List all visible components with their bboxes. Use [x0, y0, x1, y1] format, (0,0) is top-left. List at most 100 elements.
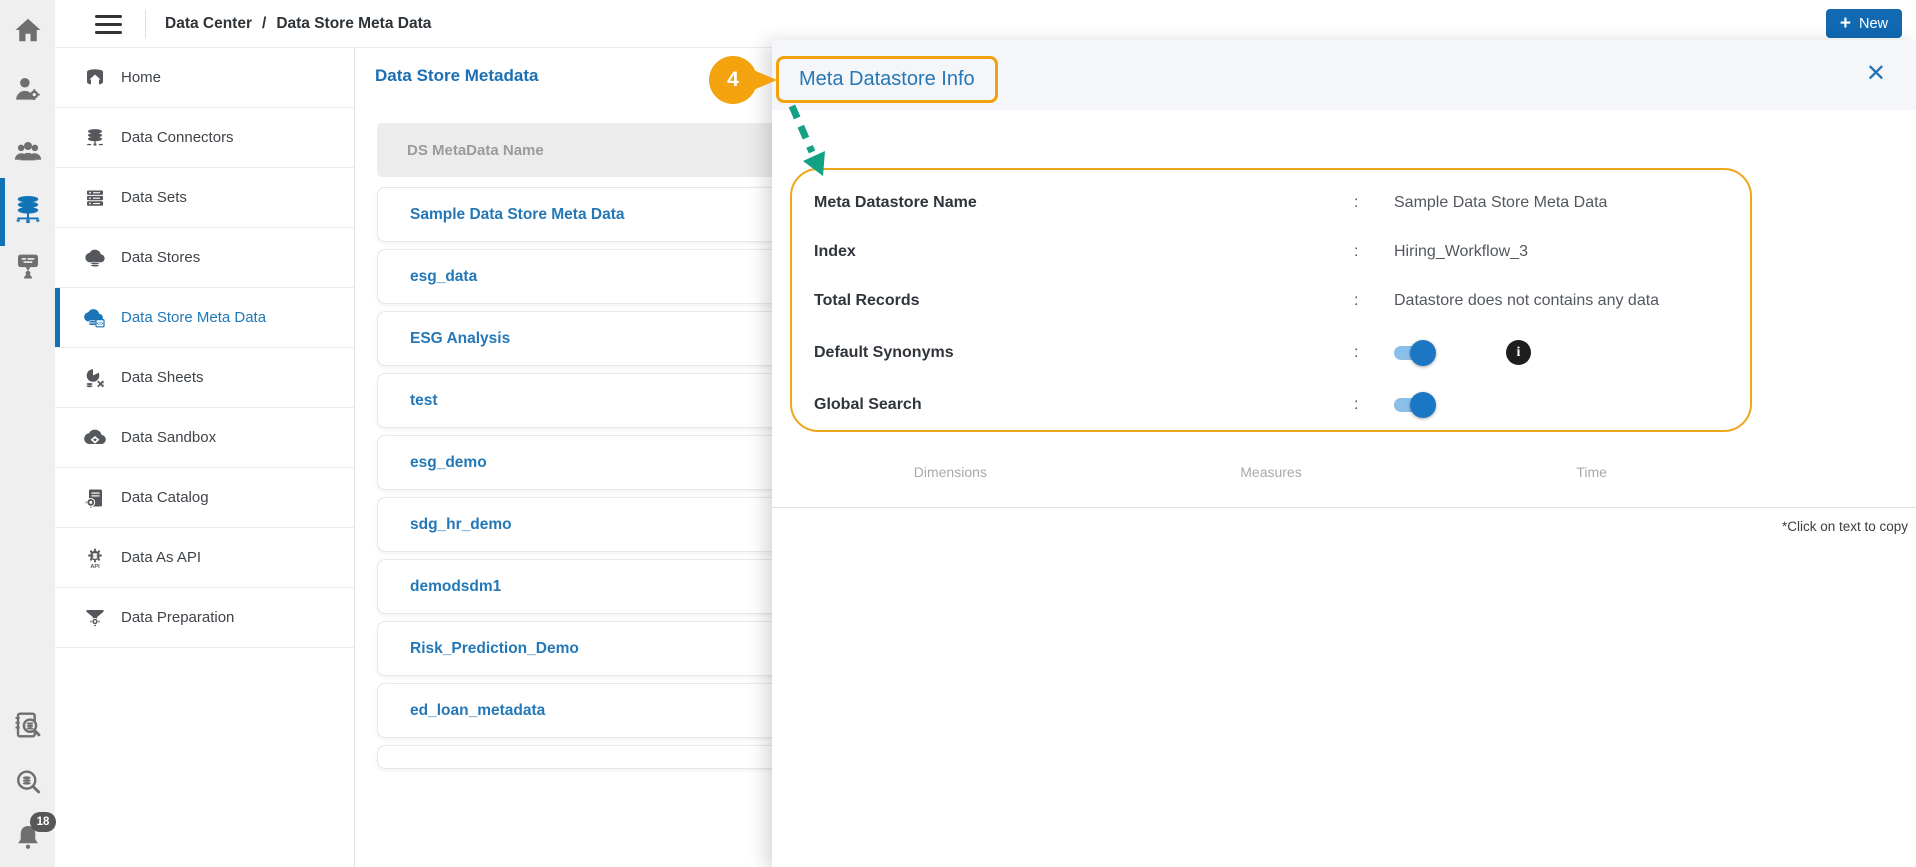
tab-dimensions[interactable]: Dimensions [790, 464, 1111, 480]
field-separator: : [1354, 243, 1394, 261]
icon-rail: 18 [0, 0, 55, 867]
sidebar-item-label: Data Connectors [121, 129, 234, 146]
user-settings-icon[interactable] [0, 74, 55, 104]
search-datastore-icon[interactable] [0, 766, 55, 798]
global-search-toggle[interactable] [1394, 392, 1436, 418]
drawer-title-highlight-box: Meta Datastore Info [776, 56, 998, 103]
plus-icon: + [1840, 14, 1851, 33]
users-group-icon[interactable] [0, 136, 55, 166]
sidebar-item-data-connectors[interactable]: Data Connectors [55, 108, 354, 168]
sidebar-item-data-stores[interactable]: Data Stores [55, 228, 354, 288]
data-as-api-icon: API [83, 546, 107, 570]
list-item[interactable]: sdg_hr_demo [377, 497, 821, 552]
list-item-partial[interactable] [377, 745, 821, 769]
sidebar-item-data-store-meta-data[interactable]: </> Data Store Meta Data [55, 288, 354, 348]
data-center-icon [11, 192, 45, 228]
home-icon[interactable] [0, 15, 55, 45]
field-separator: : [1354, 396, 1394, 414]
sidebar-item-label: Data Store Meta Data [121, 309, 266, 326]
page-title: Data Store Metadata [375, 66, 538, 86]
user-settings-icon [13, 74, 43, 104]
users-group-icon [13, 136, 43, 166]
data-sets-icon [83, 186, 107, 210]
search-datastore-icon [13, 766, 43, 798]
breadcrumb: Data Center / Data Store Meta Data [165, 0, 431, 48]
field-row-default-synonyms: Default Synonyms : i [792, 325, 1750, 380]
sidebar-item-label: Data Stores [121, 249, 200, 266]
sidebar-item-label: Data Preparation [121, 609, 234, 626]
drawer-tabs: Dimensions Measures Time [790, 464, 1752, 480]
sidebar-item-data-sheets[interactable]: Data Sheets [55, 348, 354, 408]
sidebar-item-data-catalog[interactable]: Data Catalog [55, 468, 354, 528]
tabs-divider [772, 507, 1916, 508]
meta-datastore-info-drawer: Meta Datastore Info ✕ Meta Datastore Nam… [772, 40, 1916, 867]
breadcrumb-section[interactable]: Data Center [165, 15, 252, 33]
list-item[interactable]: demodsdm1 [377, 559, 821, 614]
metadata-list: Sample Data Store Meta Data esg_data ESG… [377, 187, 821, 769]
list-item[interactable]: Sample Data Store Meta Data [377, 187, 821, 242]
data-sandbox-icon [83, 426, 107, 450]
sidebar-item-label: Home [121, 69, 161, 86]
info-icon[interactable]: i [1506, 340, 1531, 365]
audit-log-icon [12, 708, 44, 742]
field-label: Global Search [814, 396, 1354, 414]
new-button[interactable]: + New [1826, 9, 1902, 38]
field-label: Meta Datastore Name [814, 194, 1354, 212]
annotation-arrow-icon [778, 100, 848, 190]
list-item[interactable]: Risk_Prediction_Demo [377, 621, 821, 676]
sidebar-item-label: Data Sheets [121, 369, 204, 386]
field-value[interactable]: Hiring_Workflow_3 [1394, 243, 1750, 261]
hamburger-menu-icon[interactable] [95, 15, 122, 34]
breadcrumb-separator: / [262, 15, 266, 33]
sidebar-item-data-sandbox[interactable]: Data Sandbox [55, 408, 354, 468]
default-synonyms-toggle[interactable] [1394, 340, 1436, 366]
data-store-meta-data-icon: </> [83, 306, 107, 330]
copy-hint-text: *Click on text to copy [1782, 519, 1908, 534]
sidebar-item-label: Data Sets [121, 189, 187, 206]
topbar-divider [145, 10, 146, 38]
field-row-index: Index : Hiring_Workflow_3 [792, 227, 1750, 276]
field-value[interactable]: Datastore does not contains any data [1394, 292, 1750, 310]
toggle-thumb [1410, 340, 1436, 366]
close-icon[interactable]: ✕ [1866, 62, 1886, 86]
sidebar-item-data-as-api[interactable]: API Data As API [55, 528, 354, 588]
datastore-info-card: Meta Datastore Name : Sample Data Store … [790, 168, 1752, 432]
sidebar-item-home[interactable]: Home [55, 48, 354, 108]
sidebar-item-label: Data Catalog [121, 489, 209, 506]
list-item[interactable]: esg_data [377, 249, 821, 304]
list-item[interactable]: ed_loan_metadata [377, 683, 821, 738]
tab-time[interactable]: Time [1431, 464, 1752, 480]
field-separator: : [1354, 194, 1394, 212]
feedback-user-icon[interactable] [0, 248, 55, 280]
sidebar-item-data-sets[interactable]: Data Sets [55, 168, 354, 228]
field-label: Default Synonyms [814, 344, 1354, 362]
feedback-user-icon [13, 248, 43, 280]
field-row-global-search: Global Search : [792, 380, 1750, 429]
database-home-icon [83, 66, 107, 90]
audit-log-icon[interactable] [0, 708, 55, 742]
list-item[interactable]: ESG Analysis [377, 311, 821, 366]
field-value[interactable]: Sample Data Store Meta Data [1394, 194, 1750, 212]
field-controls: i [1394, 340, 1750, 366]
notification-count-badge: 18 [30, 812, 56, 832]
field-label: Index [814, 243, 1354, 261]
list-item[interactable]: test [377, 373, 821, 428]
field-row-meta-datastore-name: Meta Datastore Name : Sample Data Store … [792, 178, 1750, 227]
svg-text:API: API [90, 563, 100, 569]
sidebar-item-label: Data As API [121, 549, 201, 566]
field-controls [1394, 392, 1750, 418]
sidebar-item-data-preparation[interactable]: Data Preparation [55, 588, 354, 648]
sidebar-nav: Home Data Connectors Data Sets [55, 48, 355, 867]
sidebar-item-label: Data Sandbox [121, 429, 216, 446]
tab-measures[interactable]: Measures [1111, 464, 1432, 480]
field-label: Total Records [814, 292, 1354, 310]
field-separator: : [1354, 292, 1394, 310]
data-stores-icon [83, 246, 107, 270]
field-row-total-records: Total Records : Datastore does not conta… [792, 276, 1750, 325]
home-icon [13, 15, 43, 45]
data-connectors-icon [83, 126, 107, 150]
new-button-label: New [1859, 16, 1888, 32]
annotation-step-badge: 4 [709, 56, 757, 104]
data-center-icon[interactable] [0, 192, 55, 228]
list-item[interactable]: esg_demo [377, 435, 821, 490]
